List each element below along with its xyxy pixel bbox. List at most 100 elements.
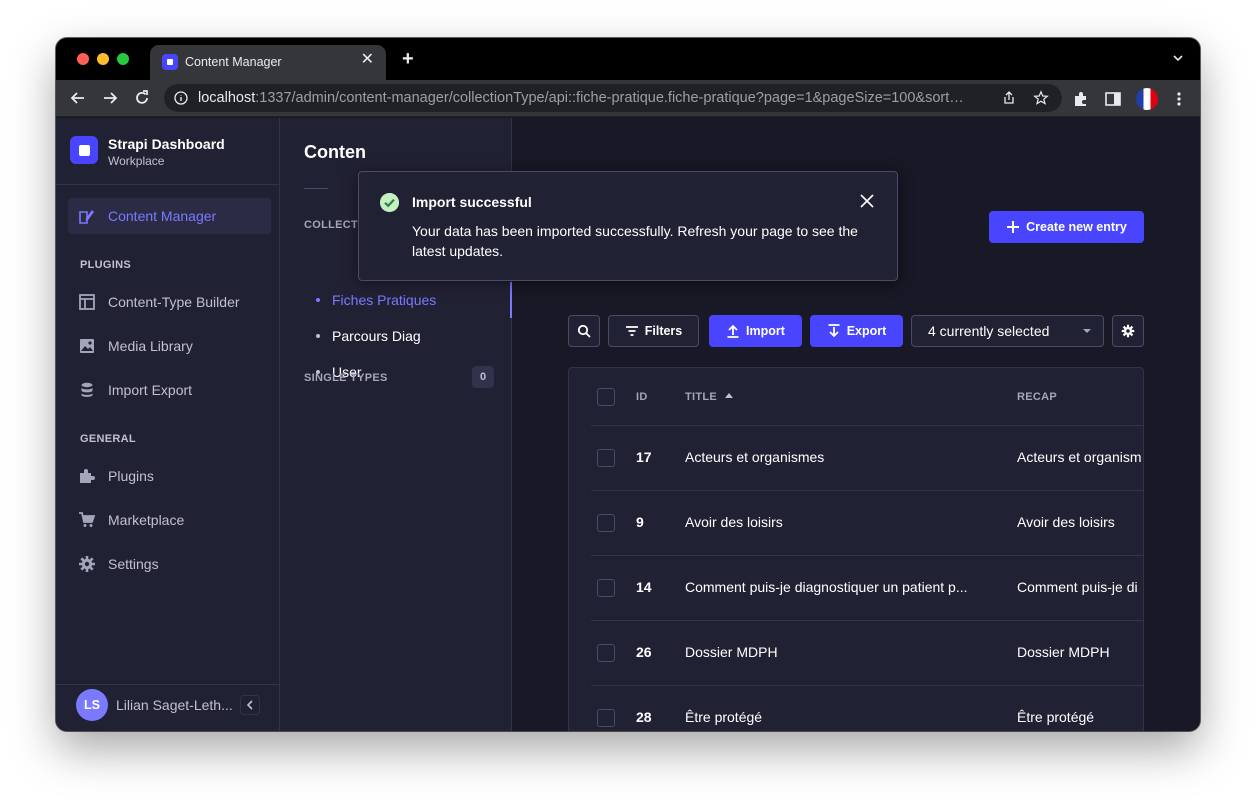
import-button[interactable]: Import [709,315,802,347]
row-checkbox[interactable] [597,709,615,727]
sidebar-item-plugins[interactable]: Plugins [68,458,271,494]
subnav-item-label: Fiches Pratiques [332,292,437,308]
export-button[interactable]: Export [810,315,903,347]
upload-icon [727,324,739,338]
zoom-window-button[interactable] [117,53,129,65]
cell-title: Dossier MDPH [685,644,778,660]
cell-recap: Comment puis-je di [1017,579,1138,595]
sidebar-item-media-library[interactable]: Media Library [68,328,271,364]
table-row[interactable]: 14 Comment puis-je diagnostiquer un pati… [591,555,1143,620]
row-checkbox[interactable] [597,644,615,662]
bookmark-star-icon[interactable] [1033,90,1049,106]
filters-label: Filters [644,324,683,338]
sidebar-item-label: Plugins [108,468,154,484]
plus-icon [1007,221,1020,233]
sidebar-item-settings[interactable]: Settings [68,546,271,582]
divider [304,188,328,189]
sidebar-item-content-type-builder[interactable]: Content-Type Builder [68,284,271,320]
new-tab-icon[interactable]: + [402,49,414,69]
tab-search-chevron-icon[interactable] [1172,52,1184,64]
avatar[interactable]: LS [76,689,108,721]
row-checkbox[interactable] [597,579,615,597]
minimize-window-button[interactable] [97,53,109,65]
table-row[interactable]: 26 Dossier MDPH Dossier MDPH [591,620,1143,685]
single-types-count-badge: 0 [472,366,494,388]
subnav-item-fiches-pratiques[interactable]: Fiches Pratiques [280,282,512,318]
selection-value: 4 currently selected [928,323,1050,339]
caret-down-icon [1083,329,1091,333]
row-checkbox[interactable] [597,514,615,532]
import-success-toast: Import successful Your data has been imp… [358,171,898,281]
success-check-icon [380,193,399,212]
sidebar-item-label: Marketplace [108,512,185,528]
url-text: localhost:1337/admin/content-manager/col… [198,90,964,106]
cell-id: 14 [636,579,652,595]
browser-window: Content Manager ✕ + localhost:1337/admin… [56,38,1200,731]
column-header-id[interactable]: ID [636,391,648,403]
address-bar[interactable]: localhost:1337/admin/content-manager/col… [164,84,1062,112]
sidebar-item-label: Settings [108,556,159,572]
import-label: Import [746,324,785,338]
close-window-button[interactable] [77,53,89,65]
database-icon [81,382,93,397]
reload-icon[interactable] [132,88,152,108]
site-info-icon[interactable] [174,91,188,105]
table-header: ID TITLE RECAP [569,368,1143,426]
collection-types-label: COLLECTI [304,219,362,231]
forward-arrow-icon[interactable] [100,88,120,108]
table-row[interactable]: 9 Avoir des loisirs Avoir des loisirs [591,490,1143,555]
main-sidebar: Strapi Dashboard Workplace Content Manag… [56,118,280,731]
more-menu-icon[interactable] [1170,90,1188,108]
table-row[interactable]: 28 Être protégé Être protégé [591,685,1143,731]
cell-title: Avoir des loisirs [685,514,783,530]
pen-note-icon [79,210,94,224]
sidebar-item-label: Content-Type Builder [108,294,240,310]
strapi-logo-icon [70,136,98,164]
back-arrow-icon[interactable] [68,88,88,108]
row-checkbox[interactable] [597,449,615,467]
cell-title: Comment puis-je diagnostiquer un patient… [685,579,968,595]
sidebar-item-content-manager[interactable]: Content Manager [68,198,271,234]
create-new-entry-button[interactable]: Create new entry [989,211,1144,243]
subnav-item-label: Parcours Diag [332,328,421,344]
selection-select[interactable]: 4 currently selected [911,315,1104,347]
filters-button[interactable]: Filters [608,315,699,347]
extensions-puzzle-icon[interactable] [1072,90,1090,108]
chevron-left-icon [246,700,253,710]
close-icon[interactable] [859,193,875,209]
profile-avatar-icon[interactable] [1136,88,1158,110]
export-label: Export [846,324,887,338]
table-settings-button[interactable] [1112,315,1144,347]
browser-tab[interactable]: Content Manager ✕ [150,45,386,80]
gear-icon [1121,324,1135,338]
search-button[interactable] [568,315,600,347]
tab-strip: Content Manager ✕ + [56,38,1200,80]
column-header-recap[interactable]: RECAP [1017,391,1057,403]
collapse-sidebar-button[interactable] [240,695,260,715]
sidebar-item-label: Import Export [108,382,193,398]
subnav-item-parcours-diag[interactable]: Parcours Diag [280,318,512,354]
side-panel-icon[interactable] [1104,90,1122,108]
image-icon [80,339,94,353]
cell-recap: Être protégé [1017,709,1095,725]
divider [56,684,280,685]
general-section-label: GENERAL [80,433,136,445]
sidebar-item-import-export[interactable]: Import Export [68,372,271,408]
filter-icon [625,326,638,336]
column-header-title[interactable]: TITLE [685,391,734,403]
table-row[interactable]: 17 Acteurs et organismes Acteurs et orga… [591,425,1143,490]
download-icon [828,324,840,338]
cart-icon [79,512,96,527]
select-all-checkbox[interactable] [597,388,615,406]
cell-id: 9 [636,514,644,530]
tab-close-icon[interactable]: ✕ [361,52,374,68]
sidebar-item-label: Media Library [108,338,193,354]
share-icon[interactable] [1001,90,1017,106]
toast-message: Your data has been imported successfully… [412,223,858,259]
cell-id: 26 [636,644,652,660]
single-types-label[interactable]: SINGLE TYPES [304,372,388,384]
sidebar-item-marketplace[interactable]: Marketplace [68,502,271,538]
user-name[interactable]: Lilian Saget-Leth... [116,697,233,713]
plugins-section-label: PLUGINS [80,259,131,271]
brand-name: Strapi Dashboard [108,136,225,152]
